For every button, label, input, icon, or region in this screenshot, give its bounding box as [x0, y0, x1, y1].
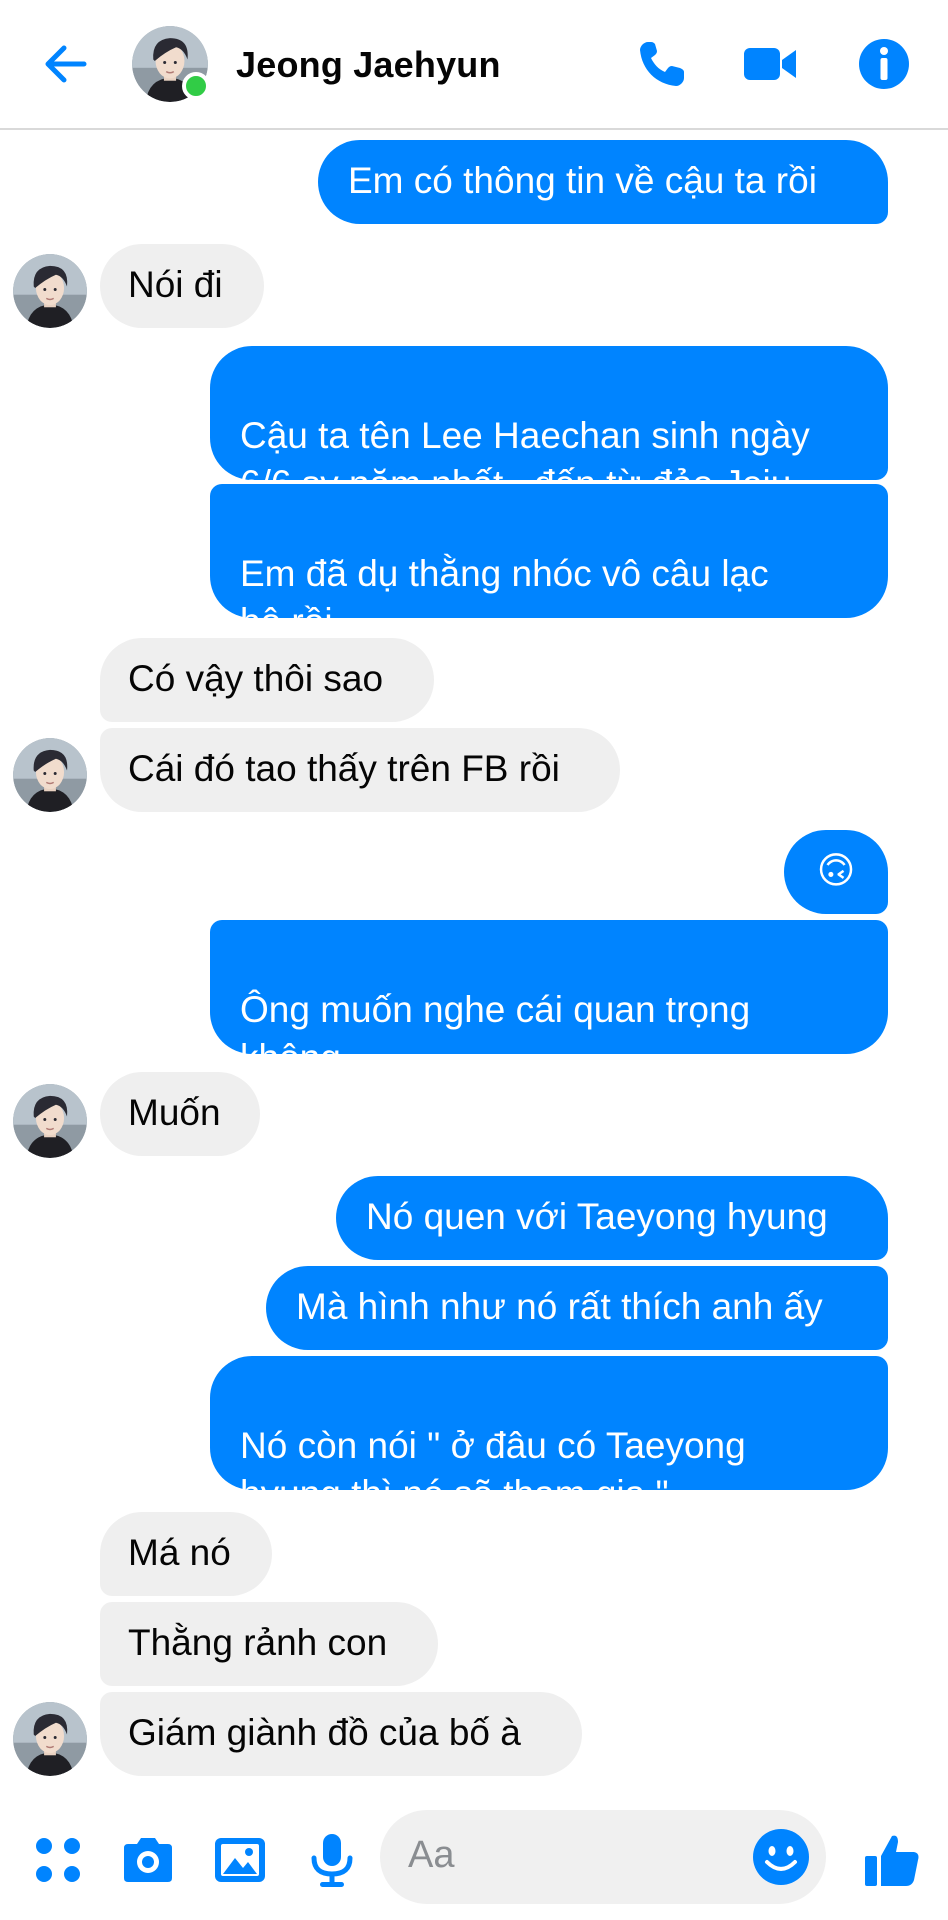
message-bubble-outgoing[interactable]: Mà hình như nó rất thích anh ấy: [266, 1266, 888, 1350]
chat-header: Jeong Jaehyun: [0, 0, 948, 130]
message-bubble-incoming[interactable]: Má nó: [100, 1512, 272, 1596]
message-text: Cái đó tao thấy trên FB rồi: [128, 748, 560, 789]
emoji-icon[interactable]: [750, 1826, 812, 1888]
message-bubble-outgoing[interactable]: 🙃: [784, 830, 888, 914]
message-bubble-outgoing[interactable]: Cậu ta tên Lee Haechan sinh ngày 6/6 sv …: [210, 346, 888, 504]
message-bubble-outgoing[interactable]: Ông muốn nghe cái quan trọng không: [210, 920, 888, 1078]
message-text: Có vậy thôi sao: [128, 658, 384, 699]
contact-avatar[interactable]: [13, 738, 87, 812]
message-text: Giám giành đồ của bố à: [128, 1712, 521, 1753]
microphone-icon[interactable]: [302, 1830, 362, 1890]
video-camera-icon[interactable]: [742, 36, 798, 92]
message-input-placeholder: Aa: [408, 1834, 455, 1876]
thumbs-up-icon[interactable]: [862, 1830, 922, 1890]
contact-avatar[interactable]: [132, 26, 210, 102]
message-text: Nó quen với Taeyong hyung: [366, 1196, 828, 1237]
message-bubble-outgoing[interactable]: Em đã dụ thằng nhóc vô câu lạc bộ rồi: [210, 484, 888, 642]
emoji-message: 🙃: [816, 850, 856, 891]
message-bubble-outgoing[interactable]: Nó còn nói " ở đâu có Taeyong hyung thì …: [210, 1356, 888, 1514]
message-bubble-outgoing[interactable]: Em có thông tin về cậu ta rồi: [318, 140, 888, 224]
message-bubble-incoming[interactable]: Thằng rảnh con: [100, 1602, 438, 1686]
info-icon[interactable]: [856, 36, 912, 92]
message-bubble-incoming[interactable]: Nói đi: [100, 244, 264, 328]
message-text: Thằng rảnh con: [128, 1622, 388, 1663]
message-text: Ông muốn nghe cái quan trọng không: [240, 989, 751, 1078]
message-text: Nó còn nói " ở đâu có Taeyong hyung thì …: [240, 1425, 746, 1514]
message-text: Muốn: [128, 1092, 221, 1133]
message-text: Má nó: [128, 1532, 231, 1573]
message-bubble-incoming[interactable]: Muốn: [100, 1072, 260, 1156]
camera-icon[interactable]: [118, 1830, 178, 1890]
gallery-icon[interactable]: [210, 1830, 270, 1890]
contact-avatar[interactable]: [13, 254, 87, 328]
online-status-dot: [182, 72, 210, 100]
message-input[interactable]: Aa: [380, 1810, 826, 1904]
message-bubble-incoming[interactable]: Cái đó tao thấy trên FB rồi: [100, 728, 620, 812]
phone-icon[interactable]: [634, 36, 690, 92]
message-text: Em có thông tin về cậu ta rồi: [348, 160, 817, 201]
message-bubble-incoming[interactable]: Giám giành đồ của bố à: [100, 1692, 582, 1776]
message-text: Nói đi: [128, 264, 223, 305]
contact-avatar[interactable]: [13, 1084, 87, 1158]
message-text: Em đã dụ thằng nhóc vô câu lạc bộ rồi: [240, 553, 769, 642]
contact-avatar[interactable]: [13, 1702, 87, 1776]
message-bubble-incoming[interactable]: Có vậy thôi sao: [100, 638, 434, 722]
message-text: Mà hình như nó rất thích anh ấy: [296, 1286, 823, 1327]
contact-name[interactable]: Jeong Jaehyun: [236, 44, 501, 86]
message-bubble-outgoing[interactable]: Nó quen với Taeyong hyung: [336, 1176, 888, 1260]
back-arrow-icon[interactable]: [40, 38, 92, 90]
apps-grid-icon[interactable]: [28, 1830, 88, 1890]
